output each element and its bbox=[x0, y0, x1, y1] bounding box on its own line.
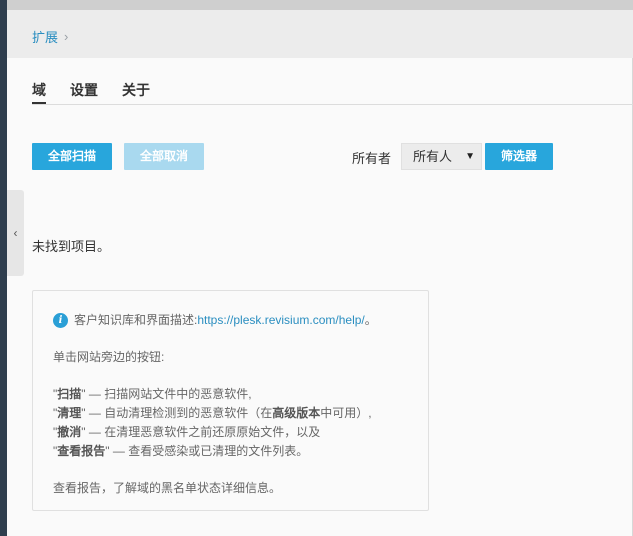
help-item-scan: "扫描" — 扫描网站文件中的恶意软件, bbox=[53, 387, 252, 401]
info-icon: i bbox=[53, 313, 68, 328]
breadcrumb: 扩展 › bbox=[32, 27, 68, 46]
caret-down-icon: ▼ bbox=[465, 151, 475, 162]
owner-select-value: 所有人 bbox=[413, 149, 453, 164]
knowledge-base-link[interactable]: https://plesk.revisium.com/help/ bbox=[197, 313, 364, 327]
tab-about[interactable]: 关于 bbox=[122, 80, 150, 104]
knowledge-base-suffix: 。 bbox=[364, 313, 377, 327]
scan-all-button[interactable]: 全部扫描 bbox=[32, 143, 112, 170]
chevron-left-icon: ‹ bbox=[13, 226, 18, 240]
help-term-premium: 高级版本 bbox=[272, 406, 321, 420]
collapse-handle[interactable]: ‹ bbox=[7, 190, 24, 276]
help-item-undo: "撤消" — 在清理恶意软件之前还原原始文件，以及 bbox=[53, 425, 321, 439]
empty-message: 未找到项目。 bbox=[32, 239, 111, 254]
help-term-clean: 清理 bbox=[57, 406, 82, 420]
tab-domains[interactable]: 域 bbox=[32, 80, 46, 104]
help-term-scan: 扫描 bbox=[57, 387, 82, 401]
left-sidebar-edge bbox=[0, 0, 7, 536]
filter-button[interactable]: 筛选器 bbox=[485, 143, 553, 170]
knowledge-base-prefix: 客户知识库和界面描述: bbox=[74, 313, 198, 327]
help-item-clean: "清理" — 自动清理检测到的恶意软件（在高级版本中可用）, bbox=[53, 406, 372, 420]
tab-bar: 域 设置 关于 bbox=[32, 80, 633, 105]
main-frame: 扩展 › 域 设置 关于 全部扫描 全部取消 所有者 所有人 ▼ 筛选器 ‹ 未… bbox=[7, 0, 633, 536]
cancel-all-button[interactable]: 全部取消 bbox=[124, 143, 204, 170]
intro-text: 单击网站旁边的按钮: bbox=[53, 350, 165, 364]
breadcrumb-extensions-link[interactable]: 扩展 bbox=[32, 27, 58, 46]
help-term-report: 查看报告 bbox=[57, 444, 106, 458]
help-item-report: "查看报告" — 查看受感染或已清理的文件列表。 bbox=[53, 444, 309, 458]
help-term-undo: 撤消 bbox=[57, 425, 82, 439]
info-box: i 客户知识库和界面描述:https://plesk.revisium.com/… bbox=[32, 290, 429, 511]
knowledge-base-line: i 客户知识库和界面描述:https://plesk.revisium.com/… bbox=[53, 311, 408, 330]
tab-settings[interactable]: 设置 bbox=[70, 80, 98, 104]
footer-text: 查看报告，了解域的黑名单状态详细信息。 bbox=[53, 481, 282, 495]
top-edge bbox=[7, 0, 633, 10]
breadcrumb-separator-icon: › bbox=[64, 29, 69, 44]
header-band: 扩展 › bbox=[7, 10, 633, 58]
owner-select[interactable]: 所有人 ▼ bbox=[401, 143, 482, 170]
owner-label: 所有者 bbox=[352, 151, 392, 166]
